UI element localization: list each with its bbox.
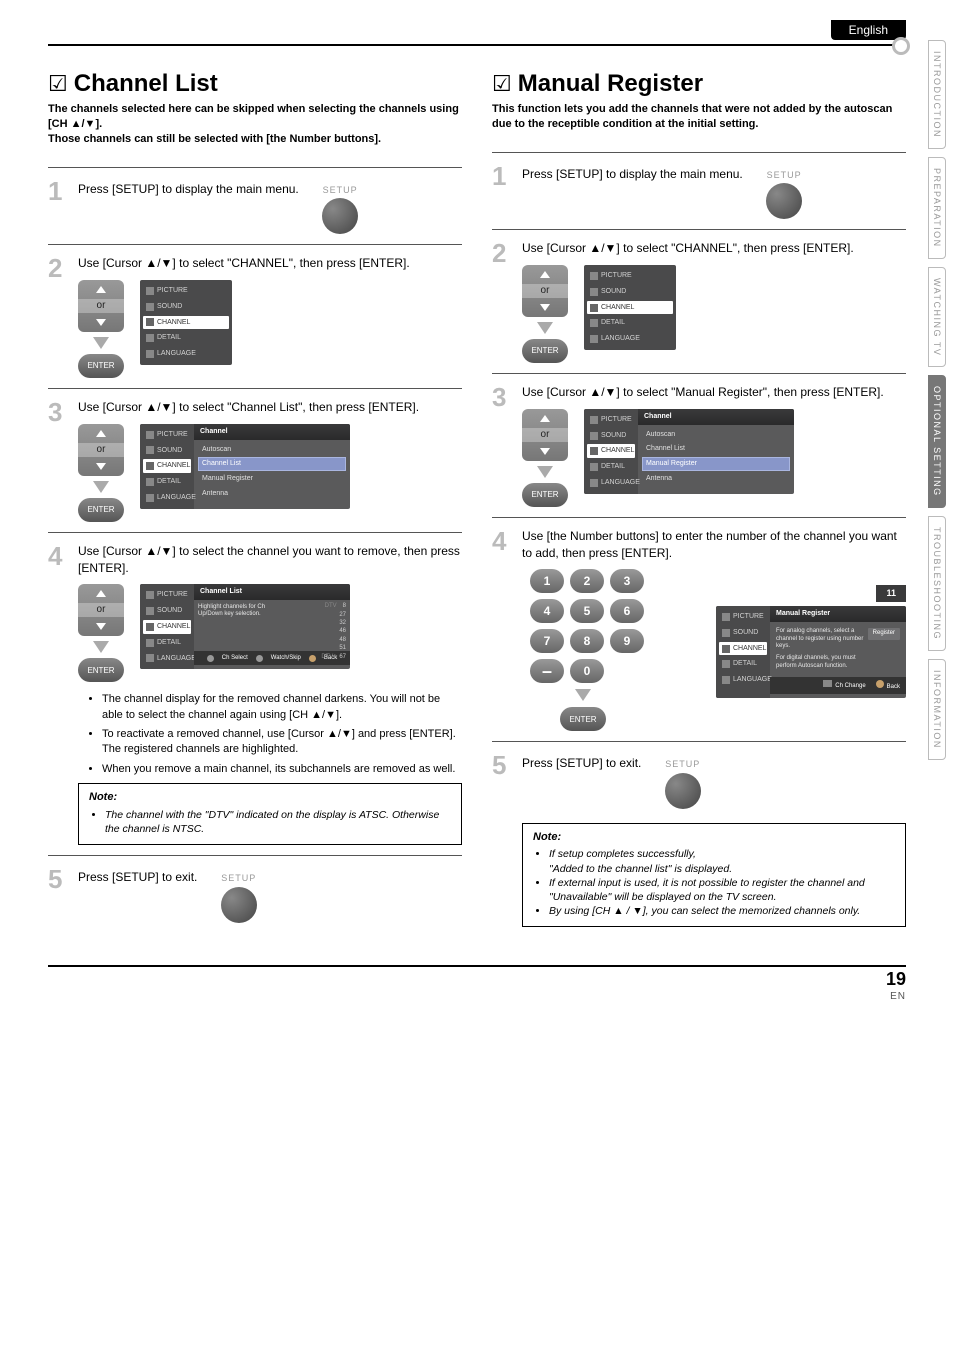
section-tabs: INTRODUCTION PREPARATION WATCHING TV OPT… <box>928 40 946 760</box>
tab-watching-tv[interactable]: WATCHING TV <box>928 267 946 367</box>
osd-channel-menu: PICTURE SOUND CHANNEL DETAIL LANGUAGE Ch… <box>140 424 350 509</box>
osd-manual-register: PICTURE SOUND CHANNEL DETAIL LANGUAGE Ma… <box>716 606 906 698</box>
key-4: 4 <box>530 599 564 623</box>
tab-troubleshooting[interactable]: TROUBLESHOOTING <box>928 516 946 651</box>
osd-menu: PICTURE SOUND CHANNEL DETAIL LANGUAGE <box>584 265 676 350</box>
enter-button-icon: ENTER <box>78 354 124 378</box>
arrow-down-icon <box>93 337 109 349</box>
col-page-badge: 11 <box>876 585 906 602</box>
note-box: Note: If setup completes successfully, "… <box>522 823 906 927</box>
cursor-pad-icon: or ENTER <box>78 424 124 522</box>
key-5: 5 <box>570 599 604 623</box>
number-pad: 1 2 3 4 5 6 7 8 9 – 0 <box>522 569 644 731</box>
cursor-pad-icon: or ENTER <box>522 409 568 507</box>
key-6: 6 <box>610 599 644 623</box>
setup-label: SETUP <box>322 184 358 197</box>
osd-item: DETAIL <box>143 331 229 345</box>
step-2: 2 Use [Cursor ▲/▼] to select "CHANNEL", … <box>48 244 462 388</box>
arrow-down-icon <box>537 322 553 334</box>
check-icon: ☑ <box>48 71 68 97</box>
osd-item: LANGUAGE <box>143 347 229 361</box>
cursor-pad-icon: or ENTER <box>78 584 124 682</box>
step-text: Press [SETUP] to display the main menu. <box>78 182 299 196</box>
setup-button-icon <box>322 198 358 234</box>
step-text: Press [SETUP] to display the main menu. <box>522 167 743 181</box>
osd-register-button: Register <box>868 628 900 640</box>
step-3: 3 Use [Cursor ▲/▼] to select "Channel Li… <box>48 388 462 532</box>
tab-introduction[interactable]: INTRODUCTION <box>928 40 946 149</box>
osd-menu: PICTURE SOUND CHANNEL DETAIL LANGUAGE <box>140 280 232 365</box>
step-text: Use [Cursor ▲/▼] to select the channel y… <box>78 544 460 575</box>
step-1: 1 Press [SETUP] to display the main menu… <box>48 167 462 245</box>
key-2: 2 <box>570 569 604 593</box>
arrow-down-icon <box>537 466 553 478</box>
key-3: 3 <box>610 569 644 593</box>
note-box: Note: The channel with the "DTV" indicat… <box>78 783 462 845</box>
enter-button-icon: ENTER <box>522 483 568 507</box>
osd-header: Channel <box>194 424 350 440</box>
section-description: The channels selected here can be skippe… <box>48 102 462 147</box>
step-4: 4 Use [Cursor ▲/▼] to select the channel… <box>48 532 462 855</box>
page-footer: 19 EN <box>48 965 906 1002</box>
osd-channel-menu: PICTURE SOUND CHANNEL DETAIL LANGUAGE Ch… <box>584 409 794 494</box>
arrow-down-icon <box>93 481 109 493</box>
check-icon: ☑ <box>492 71 512 97</box>
step-text: Press [SETUP] to exit. <box>522 756 641 770</box>
section-heading: Channel List <box>74 70 218 98</box>
arrow-down-icon <box>93 641 109 653</box>
step-text: Use [Cursor ▲/▼] to select "Manual Regis… <box>522 385 884 399</box>
tab-preparation[interactable]: PREPARATION <box>928 157 946 259</box>
channel-rows: DTV8 27 32 46 48 51 DTV67 <box>321 602 346 661</box>
step-text: Use [Cursor ▲/▼] to select "CHANNEL", th… <box>78 256 410 270</box>
step-text: Press [SETUP] to exit. <box>78 870 197 884</box>
key-9: 9 <box>610 629 644 653</box>
section-heading: Manual Register <box>518 70 703 98</box>
enter-button-icon: ENTER <box>522 339 568 363</box>
enter-button-icon: ENTER <box>78 658 124 682</box>
key-8: 8 <box>570 629 604 653</box>
channel-list-section: ☑ Channel List The channels selected her… <box>48 70 462 937</box>
key-dash: – <box>530 659 564 683</box>
cursor-pad-icon: or ENTER <box>522 265 568 363</box>
section-description: This function lets you add the channels … <box>492 102 906 132</box>
lang-label: EN <box>890 991 906 1002</box>
enter-button-icon: ENTER <box>78 498 124 522</box>
step-5: 5 Press [SETUP] to exit. SETUP Note: If … <box>492 741 906 937</box>
step-2: 2 Use [Cursor ▲/▼] to select "CHANNEL", … <box>492 229 906 373</box>
osd-item: SOUND <box>143 300 229 314</box>
key-7: 7 <box>530 629 564 653</box>
setup-button-icon <box>665 773 701 809</box>
osd-item-selected: CHANNEL <box>143 316 229 330</box>
bullet-decor-icon <box>892 37 910 55</box>
osd-item: PICTURE <box>143 284 229 298</box>
osd-channel-list: PICTURE SOUND CHANNEL DETAIL LANGUAGE Ch… <box>140 584 350 669</box>
step-4: 4 Use [the Number buttons] to enter the … <box>492 517 906 742</box>
step-1: 1 Press [SETUP] to display the main menu… <box>492 152 906 230</box>
bullets: The channel display for the removed chan… <box>90 692 462 777</box>
enter-button-icon: ENTER <box>560 707 606 731</box>
setup-button-icon <box>766 183 802 219</box>
cursor-pad-icon: or ENTER <box>78 280 124 378</box>
tab-information[interactable]: INFORMATION <box>928 659 946 760</box>
step-text: Use [Cursor ▲/▼] to select "CHANNEL", th… <box>522 241 854 255</box>
step-5: 5 Press [SETUP] to exit. SETUP <box>48 855 462 933</box>
step-3: 3 Use [Cursor ▲/▼] to select "Manual Reg… <box>492 373 906 517</box>
step-text: Use [Cursor ▲/▼] to select "Channel List… <box>78 400 419 414</box>
step-text: Use [the Number buttons] to enter the nu… <box>522 529 897 560</box>
key-1: 1 <box>530 569 564 593</box>
setup-button-icon <box>221 887 257 923</box>
page-number: 19 <box>48 965 906 990</box>
tab-optional-setting[interactable]: OPTIONAL SETTING <box>928 375 946 508</box>
arrow-down-icon <box>575 689 591 701</box>
key-0: 0 <box>570 659 604 683</box>
manual-register-section: ☑ Manual Register This function lets you… <box>492 70 906 937</box>
language-badge: English <box>831 20 906 40</box>
